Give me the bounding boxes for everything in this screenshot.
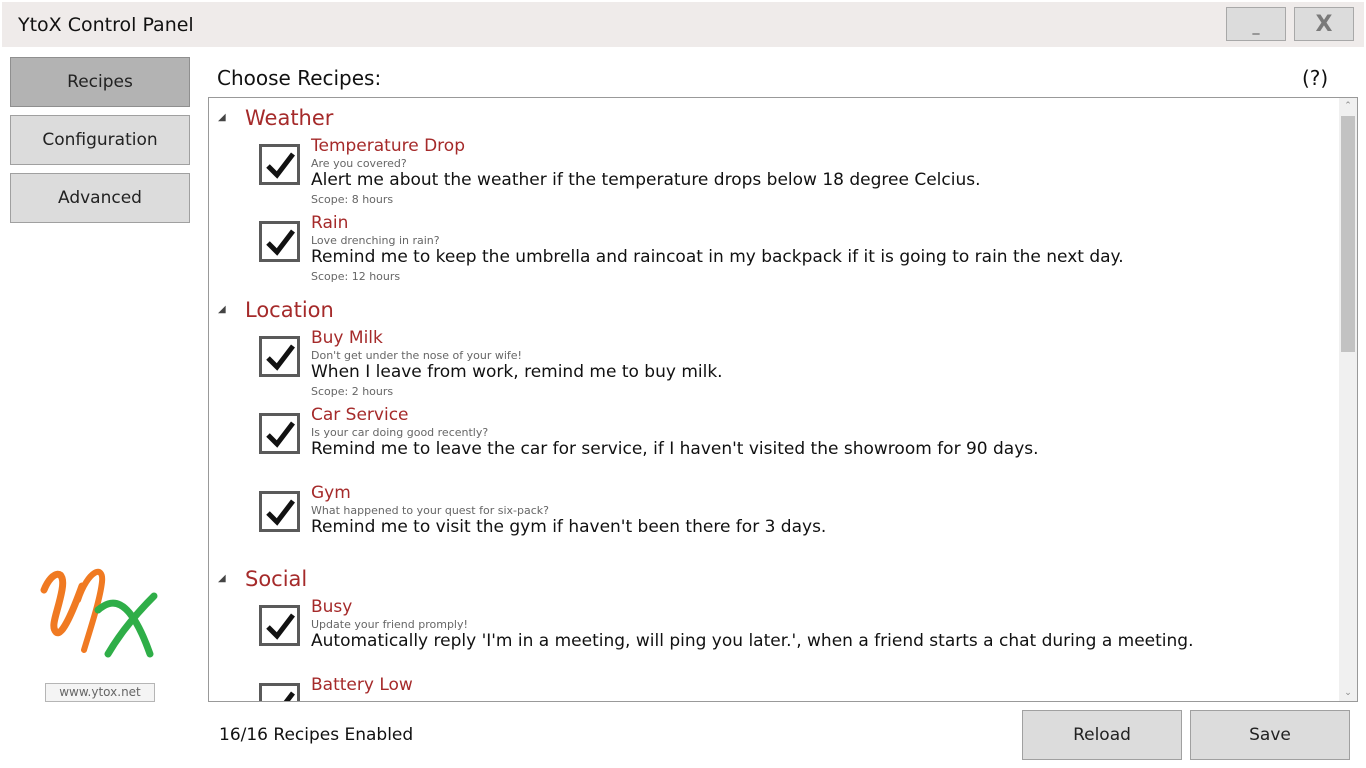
chevron-down-icon[interactable]: ⌄ [1339, 685, 1357, 701]
category-title-social: Social [245, 567, 308, 591]
save-button[interactable]: Save [1190, 710, 1350, 760]
website-link[interactable]: www.ytox.net [45, 683, 155, 702]
recipe-description: Automatically reply 'I'm in a meeting, w… [311, 631, 1194, 651]
status-text: 16/16 Recipes Enabled [219, 725, 414, 745]
checkmark-icon [266, 613, 295, 640]
recipe-item: Rain Love drenching in rain? Remind me t… [209, 213, 1329, 296]
recipe-scope: Scope: 2 hours [311, 385, 394, 398]
recipe-checkbox[interactable] [259, 413, 300, 454]
checkmark-icon [266, 499, 295, 526]
recipe-tagline: Update your friend promply! [311, 618, 468, 631]
recipe-tagline: Are you covered? [311, 157, 407, 170]
recipe-description: Remind me to leave the car for service, … [311, 439, 1039, 459]
recipe-description: When I leave from work, remind me to buy… [311, 362, 723, 382]
checkmark-icon [266, 421, 295, 448]
scrollbar[interactable]: ⌃ ⌄ [1339, 98, 1357, 701]
collapse-triangle-icon[interactable]: ◢ [218, 573, 226, 584]
recipe-checkbox[interactable] [259, 605, 300, 646]
recipe-description: Alert me about the weather if the temper… [311, 170, 981, 190]
reload-button[interactable]: Reload [1022, 710, 1182, 760]
recipe-name: Busy [311, 597, 353, 617]
recipe-item: Car Service Is your car doing good recen… [209, 405, 1329, 488]
recipe-tagline: Don't get under the nose of your wife! [311, 349, 522, 362]
nav-recipes-button[interactable]: Recipes [10, 57, 190, 107]
recipe-checkbox[interactable] [259, 336, 300, 377]
recipe-list[interactable]: ◢ Weather Temperature Drop Are you cover… [208, 97, 1358, 702]
recipe-description: Remind me to keep the umbrella and rainc… [311, 247, 1124, 267]
recipe-name: Gym [311, 483, 351, 503]
recipe-item: Temperature Drop Are you covered? Alert … [209, 136, 1329, 219]
collapse-triangle-icon[interactable]: ◢ [218, 112, 226, 123]
recipe-tagline: Love drenching in rain? [311, 234, 440, 247]
recipe-checkbox[interactable] [259, 491, 300, 532]
recipe-name: Rain [311, 213, 349, 233]
category-title-weather: Weather [245, 106, 334, 130]
recipe-checkbox[interactable] [259, 144, 300, 185]
recipe-checkbox[interactable] [259, 221, 300, 262]
recipe-tagline: What happened to your quest for six-pack… [311, 504, 549, 517]
recipe-item: Busy Update your friend promply! Automat… [209, 597, 1329, 680]
collapse-triangle-icon[interactable]: ◢ [218, 304, 226, 315]
recipe-scope: Scope: 12 hours [311, 270, 401, 283]
checkmark-icon [266, 344, 295, 371]
ytox-logo [40, 569, 158, 658]
chevron-up-icon[interactable]: ⌃ [1339, 98, 1357, 114]
recipe-item: Battery Low [209, 675, 1329, 701]
recipe-name: Temperature Drop [311, 136, 465, 156]
nav-configuration-button[interactable]: Configuration [10, 115, 190, 165]
recipe-name: Buy Milk [311, 328, 383, 348]
checkmark-icon [266, 229, 295, 256]
nav-advanced-button[interactable]: Advanced [10, 173, 190, 223]
close-button[interactable]: X [1294, 7, 1354, 41]
recipe-description: Remind me to visit the gym if haven't be… [311, 517, 827, 537]
recipe-name: Battery Low [311, 675, 413, 695]
recipe-tagline: Is your car doing good recently? [311, 426, 489, 439]
recipe-item: Buy Milk Don't get under the nose of you… [209, 328, 1329, 411]
help-button[interactable]: (?) [1302, 66, 1328, 90]
scroll-thumb[interactable] [1341, 116, 1355, 352]
checkmark-icon [266, 152, 295, 179]
recipe-name: Car Service [311, 405, 409, 425]
recipe-scope: Scope: 8 hours [311, 193, 394, 206]
window-title: YtoX Control Panel [18, 14, 194, 36]
recipe-item: Gym What happened to your quest for six-… [209, 483, 1329, 566]
title-bar: YtoX Control Panel _ X [2, 2, 1364, 47]
minimize-button[interactable]: _ [1226, 7, 1286, 41]
category-title-location: Location [245, 298, 334, 322]
checkmark-icon [283, 691, 295, 701]
page-title: Choose Recipes: [217, 66, 382, 90]
recipe-checkbox[interactable] [259, 683, 300, 701]
